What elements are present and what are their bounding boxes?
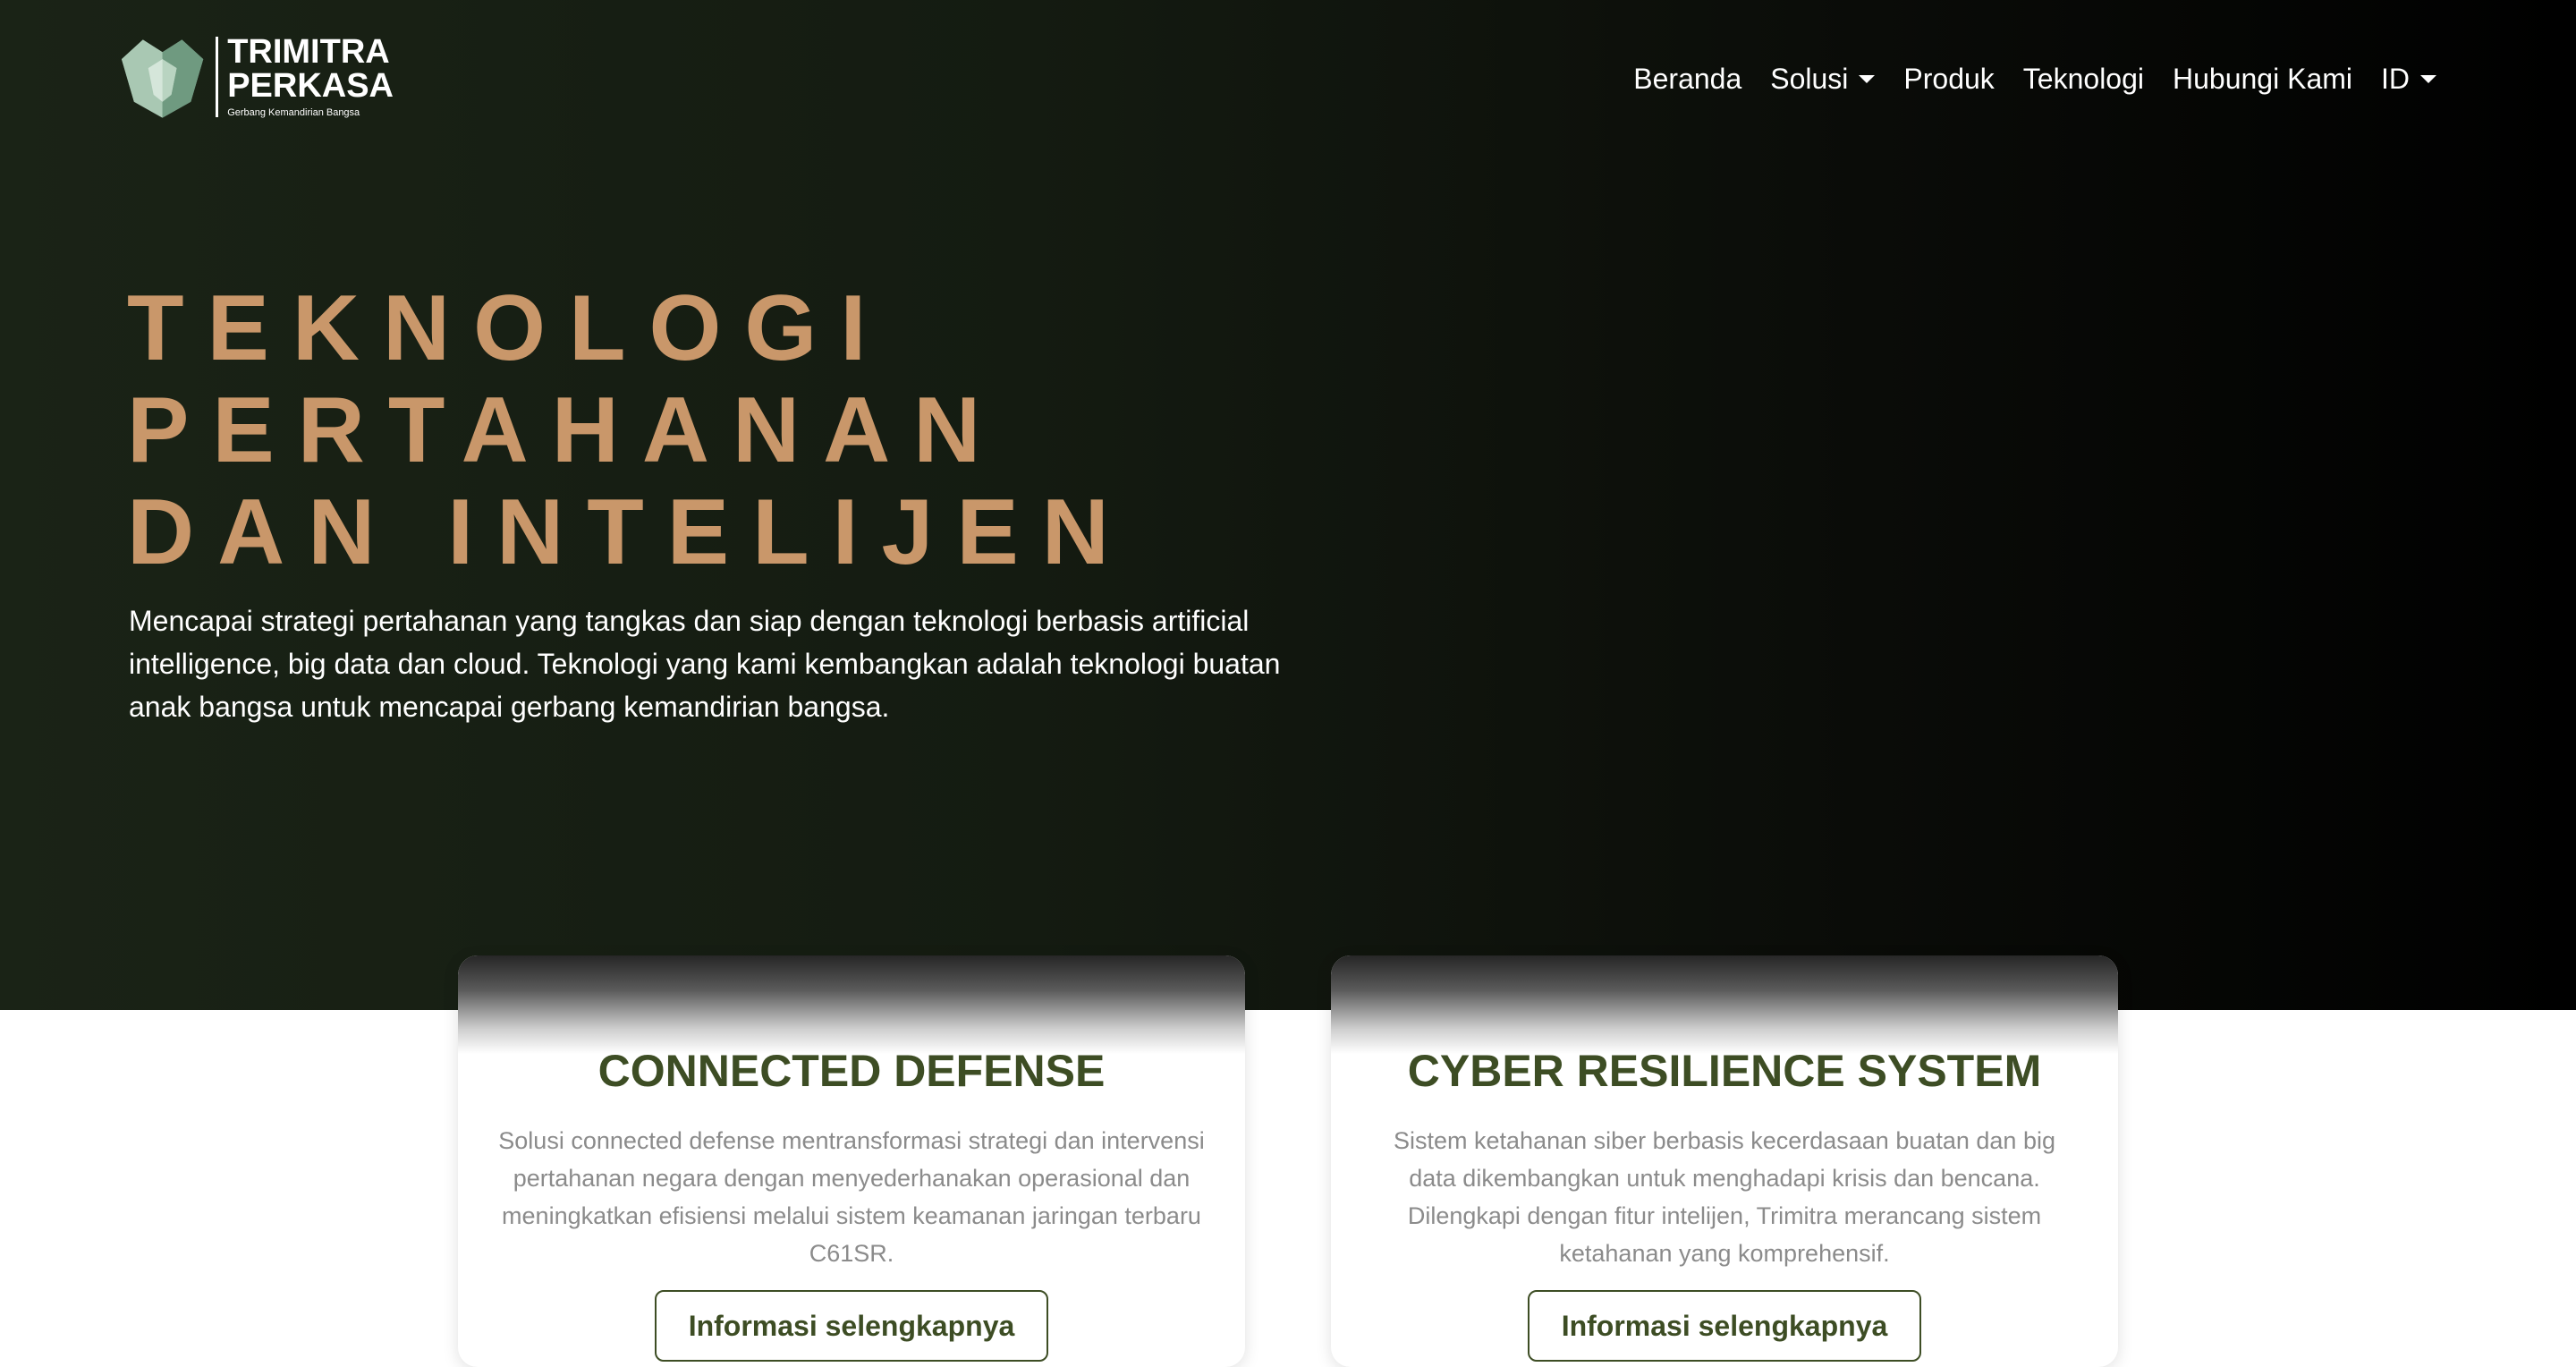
navbar: TRIMITRA PERKASA Gerbang Kemandirian Ban… xyxy=(0,0,2576,161)
brand-name-line2: PERKASA xyxy=(227,67,394,105)
nav-item-hubungi-kami[interactable]: Hubungi Kami xyxy=(2158,63,2367,96)
language-selector[interactable]: ID xyxy=(2367,63,2451,96)
solution-card-connected-defense: CONNECTED DEFENSE Solusi connected defen… xyxy=(458,955,1245,1367)
caret-down-icon xyxy=(2420,74,2436,83)
logo-divider xyxy=(216,37,219,117)
hero-title-line: DAN INTELIJEN xyxy=(127,480,1132,584)
card-description: Sistem ketahanan siber berbasis kecerdas… xyxy=(1394,1127,2055,1267)
hero-title-line: TEKNOLOGI xyxy=(127,276,890,380)
hero-title: TEKNOLOGI PERTAHANAN DAN INTELIJEN xyxy=(127,277,1290,583)
brand-logo[interactable]: TRIMITRA PERKASA Gerbang Kemandirian Ban… xyxy=(116,30,394,123)
card-title: CYBER RESILIENCE SYSTEM xyxy=(1407,1046,2042,1096)
nav-item-teknologi[interactable]: Teknologi xyxy=(2009,63,2158,96)
more-info-button[interactable]: Informasi selengkapnya xyxy=(655,1290,1048,1362)
solution-card-cyber-resilience: CYBER RESILIENCE SYSTEM Sistem ketahanan… xyxy=(1331,955,2118,1367)
nav-label: Solusi xyxy=(1770,62,1849,95)
hero-title-line: PERTAHANAN xyxy=(127,378,1004,482)
trimitra-shield-logo-icon xyxy=(121,39,204,118)
brand-tagline: Gerbang Kemandirian Bangsa xyxy=(227,107,360,118)
nav-label: Beranda xyxy=(1633,62,1742,95)
nav-item-beranda[interactable]: Beranda xyxy=(1619,63,1756,96)
nav-item-solusi[interactable]: Solusi xyxy=(1756,63,1889,96)
nav-label: Produk xyxy=(1903,62,1995,95)
hero-section: TRIMITRA PERKASA Gerbang Kemandirian Ban… xyxy=(0,0,2576,1010)
caret-down-icon xyxy=(1859,74,1876,83)
brand-wordmark: TRIMITRA PERKASA Gerbang Kemandirian Ban… xyxy=(227,35,394,119)
card-description: Solusi connected defense mentransformasi… xyxy=(498,1127,1205,1267)
main-nav: Beranda Solusi Produk Teknologi Hubungi … xyxy=(1619,54,2451,104)
hero-description: Mencapai strategi pertahanan yang tangka… xyxy=(129,605,1281,723)
nav-label: Hubungi Kami xyxy=(2173,62,2352,95)
card-title: CONNECTED DEFENSE xyxy=(597,1046,1106,1096)
language-label: ID xyxy=(2381,62,2410,95)
nav-label: Teknologi xyxy=(2022,62,2144,95)
nav-item-produk[interactable]: Produk xyxy=(1889,63,2008,96)
more-info-button[interactable]: Informasi selengkapnya xyxy=(1528,1290,1921,1362)
brand-name-line1: TRIMITRA xyxy=(227,33,390,71)
